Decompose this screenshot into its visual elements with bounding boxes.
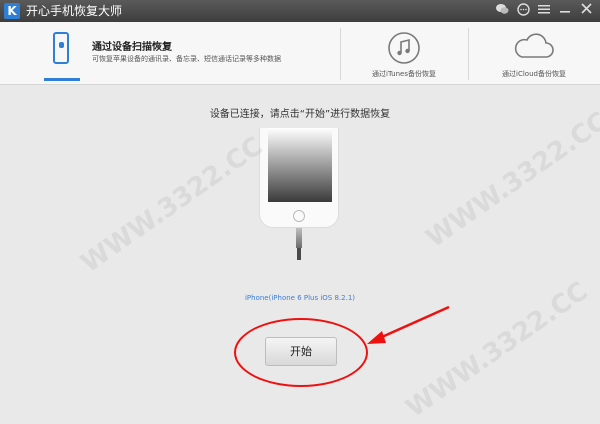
close-icon[interactable] [578,3,594,19]
app-logo-icon: K [4,3,20,19]
device-name: iPhone(iPhone 6 Plus iOS 8.2.1) [244,294,356,302]
cable-end [297,248,301,260]
tab-device-scan-description: 可恢复苹果设备的通讯录、备忘录、短信通话记录等多种数据 [92,55,281,63]
tab-device-scan[interactable]: 通过设备扫描恢复 可恢复苹果设备的通讯录、备忘录、短信通话记录等多种数据 [0,22,340,84]
minimize-icon[interactable] [557,3,573,19]
cable-connector [296,228,302,248]
watermark-text: WWW.3322.CC [75,131,269,279]
chat-icon[interactable] [515,3,531,19]
wechat-icon[interactable] [494,3,510,19]
annotation-arrow-icon [367,305,450,344]
tab-itunes-label: 通过iTunes备份恢复 [372,70,436,78]
music-note-icon [388,32,420,64]
cloud-icon [514,33,554,58]
watermark-text: WWW.3322.CC [420,106,600,254]
tab-icloud[interactable]: 通过iCloud备份恢复 [468,22,600,84]
phone-icon [53,32,69,64]
home-button-icon [293,210,305,222]
menu-icon[interactable] [536,3,552,19]
app-title: 开心手机恢复大师 [26,4,123,18]
window-controls [494,3,594,19]
device-illustration [259,128,339,228]
tab-itunes[interactable]: 通过iTunes备份恢复 [340,22,468,84]
device-screen [268,128,332,202]
title-bar: K 开心手机恢复大师 [0,0,600,22]
mode-tabs: 通过设备扫描恢复 可恢复苹果设备的通讯录、备忘录、短信通话记录等多种数据 通过i… [0,22,600,85]
tab-icloud-label: 通过iCloud备份恢复 [502,70,566,78]
tab-device-scan-title: 通过设备扫描恢复 [92,42,172,53]
start-button[interactable]: 开始 [265,337,337,366]
connection-instruction: 设备已连接，请点击“开始”进行数据恢复 [209,109,391,120]
active-tab-indicator [44,78,80,81]
